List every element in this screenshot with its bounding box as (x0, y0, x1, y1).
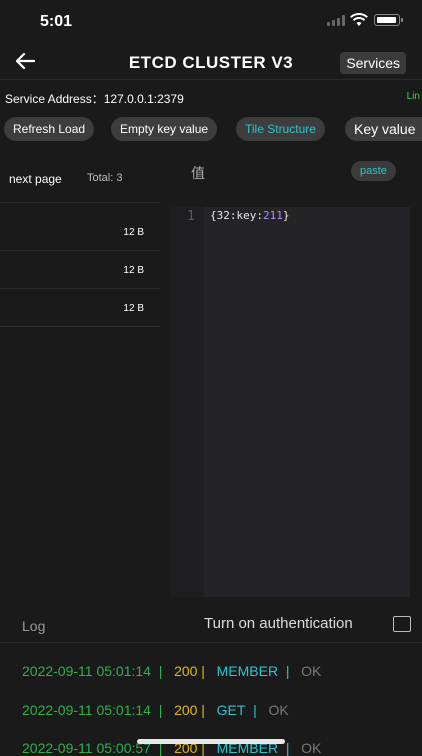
nav-bar: ETCD CLUSTER V3 Services (0, 44, 422, 80)
line-number: 1 (187, 209, 195, 224)
log-header: Log Turn on authentication (0, 607, 422, 643)
key-value-button[interactable]: Key value (345, 117, 422, 141)
key-list-pane: next page Total: 3 12 B 12 B 12 B (0, 155, 160, 605)
log-panel: Log Turn on authentication 2022-09-11 05… (0, 607, 422, 756)
pagination-bar: next page Total: 3 (0, 155, 160, 203)
total-count: Total: 3 (87, 172, 123, 184)
status-time: 5:01 (40, 13, 73, 30)
log-code: 200 (174, 663, 198, 679)
wifi-icon (350, 13, 368, 26)
item-size: 12 B (123, 303, 144, 314)
paste-button[interactable]: paste (351, 161, 396, 181)
log-method: MEMBER (216, 663, 279, 679)
item-size: 12 B (123, 227, 144, 238)
services-button[interactable]: Services (340, 52, 406, 74)
status-bar: 5:01 (0, 0, 422, 44)
battery-icon (374, 14, 403, 26)
log-date: 2022-09-11 05:01:14 (22, 702, 151, 718)
auth-checkbox[interactable] (393, 616, 411, 632)
code-line[interactable]: {32:key:211} (210, 209, 289, 222)
log-date: 2022-09-11 05:01:14 (22, 663, 151, 679)
list-item[interactable]: 12 B (0, 213, 160, 251)
code-text-end: } (282, 209, 290, 222)
service-address: Service Address：127.0.0.1:2379 (5, 92, 184, 106)
code-number: 211 (262, 209, 283, 222)
next-page-button[interactable]: next page (9, 172, 62, 186)
home-indicator[interactable] (137, 739, 285, 744)
auth-label: Turn on authentication (204, 615, 353, 632)
log-status: OK (268, 702, 289, 718)
log-method: GET (216, 702, 246, 718)
tile-structure-button[interactable]: Tile Structure (236, 117, 325, 141)
value-heading: 值 (191, 166, 205, 182)
cellular-signal-icon (327, 15, 345, 26)
item-size: 12 B (123, 265, 144, 276)
code-text: {32:key: (210, 209, 263, 222)
empty-key-value-button[interactable]: Empty key value (111, 117, 218, 141)
list-item[interactable]: 12 B (0, 251, 160, 289)
log-status: OK (301, 663, 322, 679)
log-entry: 2022-09-11 05:01:14 | 200 | GET | OK (22, 702, 289, 718)
log-status: OK (301, 740, 322, 756)
value-editor-header: 值 paste (170, 155, 422, 195)
address-right-link[interactable]: Lin (407, 91, 420, 102)
code-editor[interactable]: 1 {32:key:211} (170, 207, 410, 597)
log-code: 200 (174, 702, 198, 718)
log-label: Log (22, 618, 46, 634)
list-item[interactable]: 12 B (0, 289, 160, 327)
log-date: 2022-09-11 05:00:57 (22, 740, 151, 756)
refresh-load-button[interactable]: Refresh Load (4, 117, 95, 141)
log-entry: 2022-09-11 05:01:14 | 200 | MEMBER | OK (22, 663, 322, 679)
line-gutter: 1 (170, 207, 204, 597)
